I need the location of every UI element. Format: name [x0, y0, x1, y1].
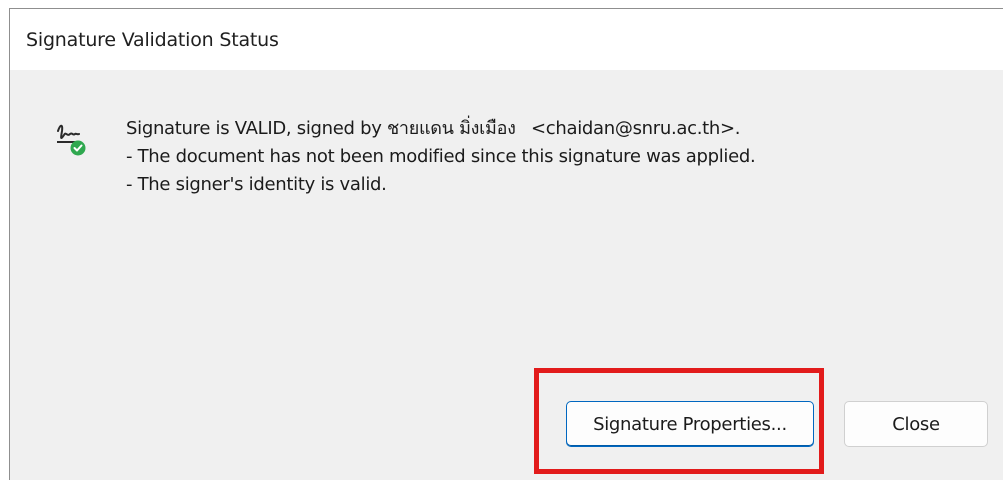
title-bar: Signature Validation Status [10, 9, 1003, 70]
signer-name: ชายแดน มิ่งเมือง [387, 118, 516, 139]
close-button[interactable]: Close [844, 401, 988, 447]
signature-validation-dialog: Signature Validation Status Signature is… [9, 8, 1003, 480]
validation-message: Signature is VALID, signed by ชายแดน มิ่… [126, 115, 756, 199]
dialog-title: Signature Validation Status [26, 29, 279, 51]
valid-status-text: Signature is VALID, signed by [126, 118, 382, 139]
message-line-unmodified: - The document has not been modified sin… [126, 146, 756, 167]
signature-properties-button[interactable]: Signature Properties... [566, 401, 814, 447]
valid-signature-icon [57, 124, 86, 156]
message-line-valid: Signature is VALID, signed by ชายแดน มิ่… [126, 115, 755, 143]
message-line-identity: - The signer's identity is valid. [126, 174, 387, 195]
signer-email: <chaidan@snru.ac.th>. [531, 118, 741, 139]
